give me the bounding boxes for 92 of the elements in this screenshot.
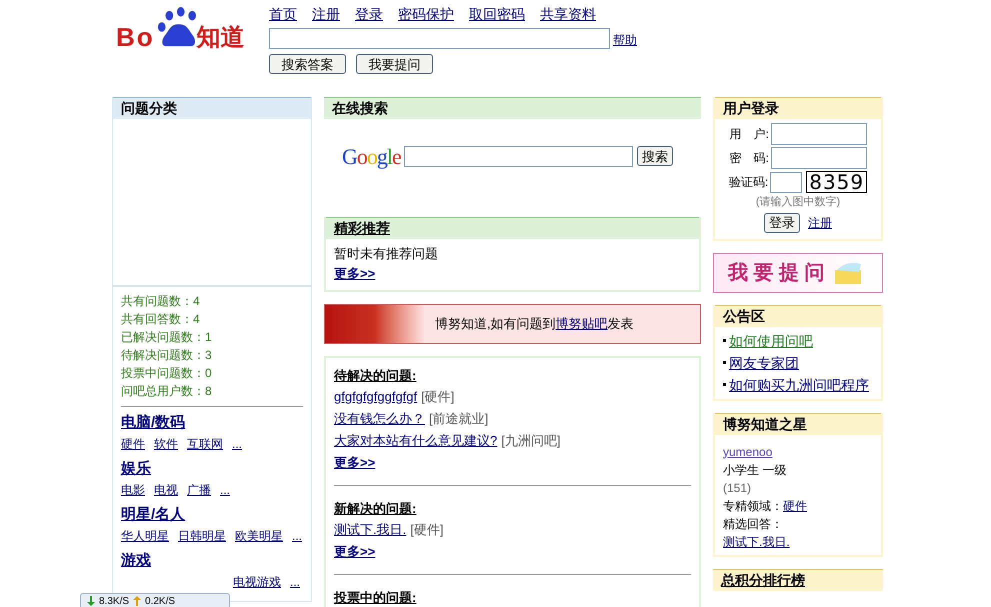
nav-link[interactable]: 密码保护 <box>398 4 454 25</box>
bullet-icon <box>723 361 726 364</box>
hint-text: (请输入图中数字) <box>756 194 840 210</box>
field-label: 专精领域： <box>723 498 783 514</box>
subcategory-link[interactable]: 硬件 <box>121 435 145 453</box>
category-link[interactable]: 游戏 <box>121 551 151 571</box>
panel-header: 总积分排行榜 <box>713 568 883 590</box>
panel-header: 博努知道之星 <box>715 412 881 434</box>
panel-header: 用户登录 <box>715 97 881 119</box>
subcategory-link[interactable]: ... <box>292 527 302 545</box>
nav-link[interactable]: 首页 <box>269 4 297 25</box>
search-input[interactable] <box>269 28 610 49</box>
more-link[interactable]: 更多>> <box>334 264 376 284</box>
nav-link[interactable]: 共享资料 <box>540 4 596 25</box>
subcategory-link[interactable]: 华人明星 <box>121 527 169 545</box>
stat-text: 问吧总用户数：8 <box>121 383 213 400</box>
nav-link[interactable]: 取回密码 <box>469 4 525 25</box>
panel-header: 精彩推荐 <box>326 217 699 239</box>
upload-speed: 0.2K/S <box>145 594 176 607</box>
subcategory-link[interactable]: 广播 <box>187 481 211 499</box>
category-link[interactable]: 娱乐 <box>121 459 151 479</box>
user-rank: 小学生 一级 <box>723 462 788 478</box>
captcha-image: 8359 <box>806 171 868 193</box>
question-link[interactable]: 大家对本站有什么意见建议? <box>334 430 498 452</box>
notice-link[interactable]: 如何购买九洲问吧程序 <box>729 374 869 396</box>
header-button[interactable]: 搜索答案 <box>269 54 346 74</box>
subcategory-link[interactable]: 软件 <box>154 435 178 453</box>
field-label: 密 码: <box>729 150 769 167</box>
ask-text: 我 要 提 问 <box>728 260 825 286</box>
category-link[interactable]: 电脑/数码 <box>121 413 186 433</box>
subcategory-link[interactable]: 电视游戏 <box>233 573 281 591</box>
search-input[interactable] <box>404 146 633 166</box>
subcategory-link[interactable]: ... <box>232 435 242 453</box>
down-arrow-icon <box>87 596 95 606</box>
answer-label: 精选回答： <box>723 516 784 532</box>
stat-text: 待解决问题数：3 <box>121 347 213 364</box>
category-tag[interactable]: [硬件] <box>421 386 454 408</box>
text-input[interactable] <box>771 147 867 169</box>
search-button[interactable]: 搜索 <box>636 146 673 166</box>
ask-banner[interactable]: 我 要 提 问 <box>713 252 883 292</box>
user-points: (151) <box>723 480 752 496</box>
subcategory-link[interactable]: 欧美明星 <box>235 527 283 545</box>
header-button[interactable]: 我要提问 <box>356 54 433 74</box>
notice-link[interactable]: 如何使用问吧 <box>729 330 813 352</box>
text-input[interactable] <box>771 123 867 145</box>
category-tag[interactable]: [前途就业] <box>429 408 488 430</box>
field-label: 用 户: <box>729 126 769 143</box>
question-link[interactable]: 没有钱怎么办？ <box>334 408 425 430</box>
subcategory-link[interactable]: ... <box>290 573 300 591</box>
up-arrow-icon <box>133 596 142 606</box>
nav-link[interactable]: 登录 <box>355 4 383 25</box>
section-title: 投票中的问题: <box>334 588 416 606</box>
question-link[interactable]: gfgfgfgfggfgfgf <box>334 386 418 408</box>
subcategory-link[interactable]: 互联网 <box>187 435 223 453</box>
category-tag[interactable]: [硬件] <box>410 518 444 540</box>
logo-text: Bo <box>116 24 155 50</box>
question-link[interactable]: 测试下.我日. <box>334 518 406 540</box>
empty-message: 暂时未有推荐问题 <box>334 245 439 263</box>
register-link[interactable]: 注册 <box>808 214 832 232</box>
bullet-icon <box>723 383 726 386</box>
subcategory-link[interactable]: ... <box>220 481 230 499</box>
section-title: 待解决的问题: <box>334 366 416 384</box>
panel-header: 在线搜索 <box>324 97 701 119</box>
stat-text: 投票中问题数：0 <box>121 365 213 382</box>
logo-text: 知道 <box>196 26 245 50</box>
bullet-icon <box>723 339 726 342</box>
help-link[interactable]: 帮助 <box>613 31 637 49</box>
captcha-input[interactable] <box>770 172 802 192</box>
subcategory-link[interactable]: 日韩明星 <box>178 527 226 545</box>
panel-header: 问题分类 <box>113 97 311 119</box>
panel-header: 公告区 <box>715 304 881 326</box>
category-link[interactable]: 明星/名人 <box>121 505 186 525</box>
stat-text: 共有回答数：4 <box>121 311 201 328</box>
stat-text: 共有问题数：4 <box>121 293 201 310</box>
field-label: 验证码: <box>728 174 768 191</box>
login-button[interactable]: 登录 <box>764 212 800 232</box>
search-logo: Google <box>342 142 401 171</box>
notice-link[interactable]: 网友专家团 <box>729 352 799 374</box>
subcategory-link[interactable]: 电视 <box>154 481 178 499</box>
nav-link[interactable]: 注册 <box>312 4 340 25</box>
field-link[interactable]: 硬件 <box>783 496 807 514</box>
download-speed: 8.3K/S <box>99 594 130 607</box>
category-tag[interactable]: [九洲问吧] <box>501 430 560 452</box>
user-link[interactable]: yumenoo <box>723 442 772 460</box>
banner-text: 博努知道,如有问题到博努贴吧发表 <box>435 314 634 333</box>
answer-link[interactable]: 测试下.我日. <box>723 532 790 550</box>
more-link[interactable]: 更多>> <box>334 452 376 474</box>
subcategory-link[interactable]: 电影 <box>121 481 145 499</box>
more-link[interactable]: 更多>> <box>334 540 376 562</box>
forum-link[interactable]: 博努贴吧 <box>556 316 608 331</box>
stat-text: 已解决问题数：1 <box>121 329 213 346</box>
section-title: 新解决的问题: <box>334 500 416 518</box>
